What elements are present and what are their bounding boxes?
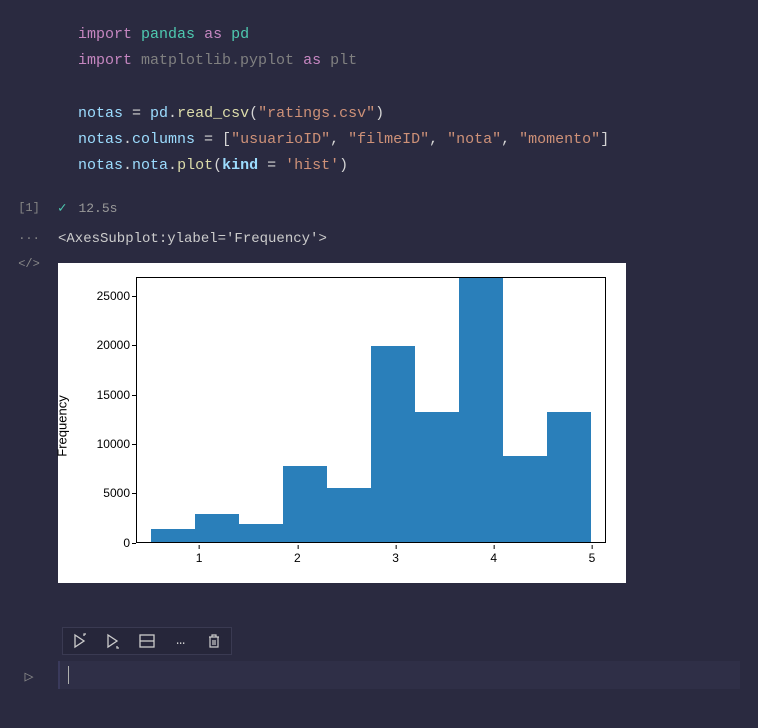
x-axis: 1 2 3 4 5 xyxy=(136,545,606,573)
chart-box xyxy=(136,277,606,543)
notebook: import pandas as pd import matplotlib.py… xyxy=(0,0,758,699)
bar xyxy=(195,514,239,541)
run-cell-button[interactable] xyxy=(71,632,89,650)
bar xyxy=(327,488,371,542)
play-icon[interactable]: ▷ xyxy=(0,663,58,686)
var-notas: notas xyxy=(78,105,123,122)
run-below-button[interactable] xyxy=(105,632,123,650)
bar xyxy=(239,524,283,542)
x-tick: 1 xyxy=(196,551,203,565)
bar xyxy=(459,278,503,542)
delete-cell-button[interactable] xyxy=(205,632,223,650)
bar xyxy=(283,466,327,541)
y-tick: 15000 xyxy=(97,388,130,402)
module-pandas: pandas xyxy=(141,26,195,43)
keyword-as: as xyxy=(204,26,222,43)
plot-output: Frequency 0 5000 10000 15000 20000 25000 1 2 3 4… xyxy=(58,263,626,583)
text-caret xyxy=(68,666,69,684)
fn-plot: plot xyxy=(177,157,213,174)
x-tick: 3 xyxy=(392,551,399,565)
bar xyxy=(547,412,591,541)
y-tick: 25000 xyxy=(97,289,130,303)
ylabel: Frequency xyxy=(55,395,70,456)
y-tick: 5000 xyxy=(103,486,130,500)
cell-gutter xyxy=(0,10,58,14)
exec-count: [1] xyxy=(0,201,58,215)
x-tick: 2 xyxy=(294,551,301,565)
module-mpl: matplotlib.pyplot xyxy=(141,52,294,69)
code-icon: </> xyxy=(0,253,58,271)
keyword-import: import xyxy=(78,26,132,43)
output-text-row: ... <AxesSubplot:ylabel='Frequency'> xyxy=(0,225,758,253)
alias-pd: pd xyxy=(231,26,249,43)
empty-code-input[interactable] xyxy=(58,661,740,689)
fn-read-csv: read_csv xyxy=(177,105,249,122)
y-tick: 20000 xyxy=(97,338,130,352)
execution-meta: [1] ✓ 12.5s xyxy=(0,192,758,225)
exec-time: 12.5s xyxy=(78,201,117,216)
alias-plt: plt xyxy=(330,52,357,69)
x-tick: 4 xyxy=(490,551,497,565)
x-tick: 5 xyxy=(589,551,596,565)
cell-toolbar: … xyxy=(62,627,232,655)
bar xyxy=(151,529,195,542)
bar xyxy=(415,412,459,541)
output-dots-icon: ... xyxy=(0,225,58,243)
y-tick: 0 xyxy=(123,536,130,550)
keyword-as: as xyxy=(303,52,321,69)
output-plot-row: </> Frequency 0 5000 10000 15000 20000 25000 … xyxy=(0,253,758,597)
output-text: <AxesSubplot:ylabel='Frequency'> xyxy=(58,225,758,253)
code-cell: import pandas as pd import matplotlib.py… xyxy=(0,10,758,192)
keyword-import: import xyxy=(78,52,132,69)
bars xyxy=(137,278,605,542)
empty-cell: ▷ xyxy=(0,661,758,689)
more-actions-button[interactable]: … xyxy=(172,632,190,650)
y-tick: 10000 xyxy=(97,437,130,451)
check-icon: ✓ xyxy=(58,200,66,217)
bar xyxy=(503,456,547,541)
bar xyxy=(371,346,415,542)
y-axis: 0500010000150002000025000 xyxy=(78,273,136,543)
split-cell-button[interactable] xyxy=(138,632,156,650)
code-editor[interactable]: import pandas as pd import matplotlib.py… xyxy=(58,10,758,192)
